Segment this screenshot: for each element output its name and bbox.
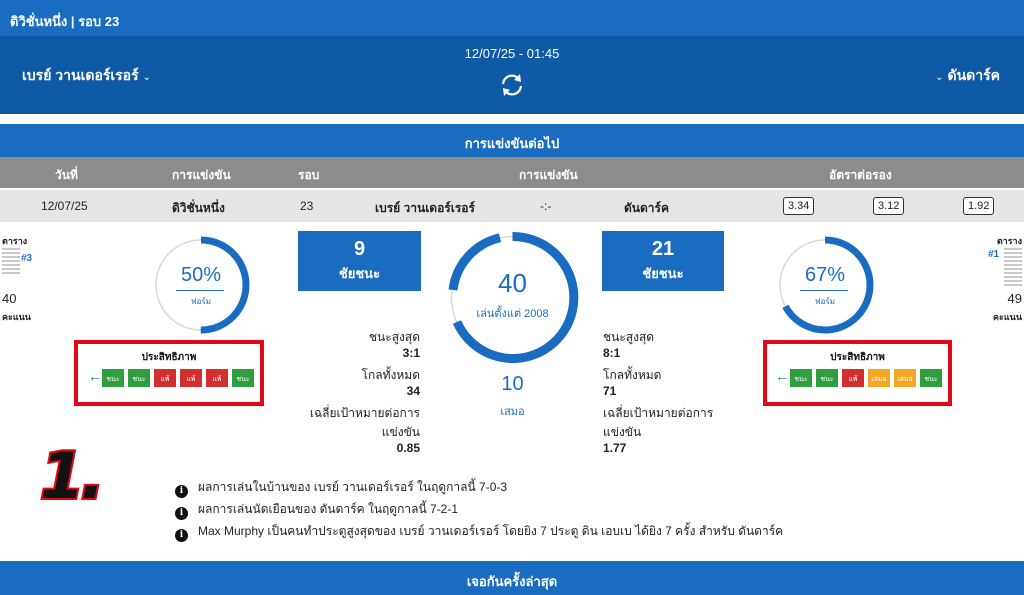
home-wins-box: 9 ชัยชนะ [298,231,421,291]
odds-home[interactable]: 3.34 [783,197,815,215]
form-chip-l: แพ้ [154,369,176,387]
away-biggest-win-label: ชนะสูงสุด [603,330,655,344]
away-rank: #1 [988,249,1000,260]
arrow-left-icon: ← [88,368,102,384]
col-round-header: รอบ [298,168,320,182]
chevron-down-icon: ⌄ [935,72,944,83]
home-form-divider [176,290,224,291]
home-form-percent: 50% [180,264,222,286]
away-total-goals: 71 [603,384,617,398]
fact-text: ผลการเล่นนัดเยือนของ ดันดาร์ค ในฤดูกาลนี… [198,502,458,516]
away-table-label: ตาราง [996,236,1022,246]
form-chip-d: เสมอ [868,369,890,387]
away-wins-box: 21 ชัยชนะ [602,231,724,291]
row-date: 12/07/25 [41,199,88,213]
refresh-icon[interactable] [499,72,525,98]
away-rank-lines [1004,248,1022,288]
annotation-number: 1. [38,438,107,516]
form-chip-w: ชนะ [920,369,942,387]
away-form-label: ฟอร์ม [814,297,836,306]
h2h-draws-label: เสมอ [500,406,525,418]
info-icon: i [175,507,188,520]
away-form-divider [800,290,848,291]
home-biggest-win-label: ชนะสูงสุด [368,330,420,344]
home-total-goals: 34 [406,384,420,398]
fact-text: ผลการเล่นในบ้านของ เบรย์ วานเดอร์เรอร์ ใ… [198,480,508,494]
info-icon: i [175,529,188,542]
fact-text: Max Murphy เป็นคนทำประตูสูงสุดของ เบรย์ … [198,524,784,538]
h2h-played-label: เล่นตั้งแต่ 2008 [476,308,549,320]
home-table-label: ตาราง [2,236,28,246]
away-points-label: คะแนน [993,312,1022,322]
row-home-team: เบรย์ วานเดอร์เรอร์ [375,201,475,215]
away-avg-goals: 1.77 [603,441,627,455]
match-header: 12/07/25 - 01:45 เบรย์ วานเดอร์เรอร์ ⌄ ⌄… [0,36,1024,114]
col-competition-header: การแข่งขัน [172,168,231,182]
away-team-selector[interactable]: ⌄ ดันดาร์ค [935,65,1000,87]
home-total-goals-label: โกลทั้งหมด [361,368,420,382]
home-avg-goals-label: เฉลี่ยเป้าหมายต่อการแข่งขัน [309,406,420,439]
form-chip-w: ชนะ [128,369,150,387]
home-performance-box: ประสิทธิภาพ ← ชนะ ชนะ แพ้ แพ้ แพ้ ชนะ [74,340,264,406]
col-odds-header: อัตราต่อรอง [829,168,892,182]
home-rank-lines [2,248,20,276]
row-score: -:- [540,199,552,213]
away-points: 49 [1007,291,1022,306]
form-chip-d: เสมอ [894,369,916,387]
form-chip-w: ชนะ [232,369,254,387]
home-wins-label: ชัยชนะ [338,266,381,281]
fact-line-2: i ผลการเล่นนัดเยือนของ ดันดาร์ค ในฤดูกาลน… [175,500,458,520]
next-match-title: การแข่งขันต่อไป [0,124,1024,157]
fact-line-3: i Max Murphy เป็นคนทำประตูสูงสุดของ เบรย์… [175,522,783,542]
away-avg-goals-label: เฉลี่ยเป้าหมายต่อการแข่งขัน [603,406,714,439]
odds-away[interactable]: 1.92 [963,197,995,215]
away-wins-label: ชัยชนะ [642,266,684,281]
form-chip-l: แพ้ [206,369,228,387]
home-team-selector[interactable]: เบรย์ วานเดอร์เรอร์ ⌄ [22,65,151,87]
home-performance-title: ประสิทธิภาพ [141,352,197,363]
form-chip-w: ชนะ [816,369,838,387]
row-away-team: ดันดาร์ค [624,201,669,215]
away-form-percent: 67% [804,264,846,286]
away-performance-title: ประสิทธิภาพ [830,352,885,363]
odds-draw[interactable]: 3.12 [873,197,905,215]
h2h-draws: 10 [501,373,524,395]
row-competition: ดิวิชั่นหนึ่ง [172,201,225,215]
form-chip-w: ชนะ [102,369,124,387]
away-total-goals-label: โกลทั้งหมด [603,368,662,382]
col-match-header: การแข่งขัน [519,168,578,182]
last-meetings-title[interactable]: เจอกันครั้งล่าสุด [0,561,1024,595]
away-performance-box: ประสิทธิภาพ ← ชนะ ชนะ แพ้ เสมอ เสมอ ชนะ [763,340,952,406]
form-chip-l: แพ้ [180,369,202,387]
form-chip-w: ชนะ [790,369,812,387]
home-team-name: เบรย์ วานเดอร์เรอร์ [22,67,139,83]
home-wins: 9 [353,238,366,260]
league-title[interactable]: ดิวิชั่นหนึ่ง | รอบ 23 [0,0,1024,36]
away-wins: 21 [651,238,675,260]
h2h-played: 40 [498,268,527,298]
info-icon: i [175,485,188,498]
col-date-header: วันที่ [55,168,78,182]
home-points-label: คะแนน [2,312,31,322]
chevron-down-icon: ⌄ [142,72,151,83]
home-biggest-win: 3:1 [402,346,420,360]
home-avg-goals: 0.85 [396,441,420,455]
away-biggest-win: 8:1 [603,346,621,360]
home-points: 40 [2,291,17,306]
match-datetime: 12/07/25 - 01:45 [464,46,560,61]
fact-line-1: i ผลการเล่นในบ้านของ เบรย์ วานเดอร์เรอร์ … [175,478,507,498]
away-team-name: ดันดาร์ค [947,67,1001,83]
home-rank: #3 [21,253,33,264]
next-match-row[interactable]: 12/07/25 ดิวิชั่นหนึ่ง 23 เบรย์ วานเดอร์… [0,190,1024,222]
arrow-left-icon: ← [775,368,789,384]
next-match-header-row: วันที่ การแข่งขัน รอบ การแข่งขัน อัตราต่… [0,157,1024,188]
home-form-label: ฟอร์ม [190,297,212,306]
row-round: 23 [300,199,314,213]
form-chip-l: แพ้ [842,369,864,387]
